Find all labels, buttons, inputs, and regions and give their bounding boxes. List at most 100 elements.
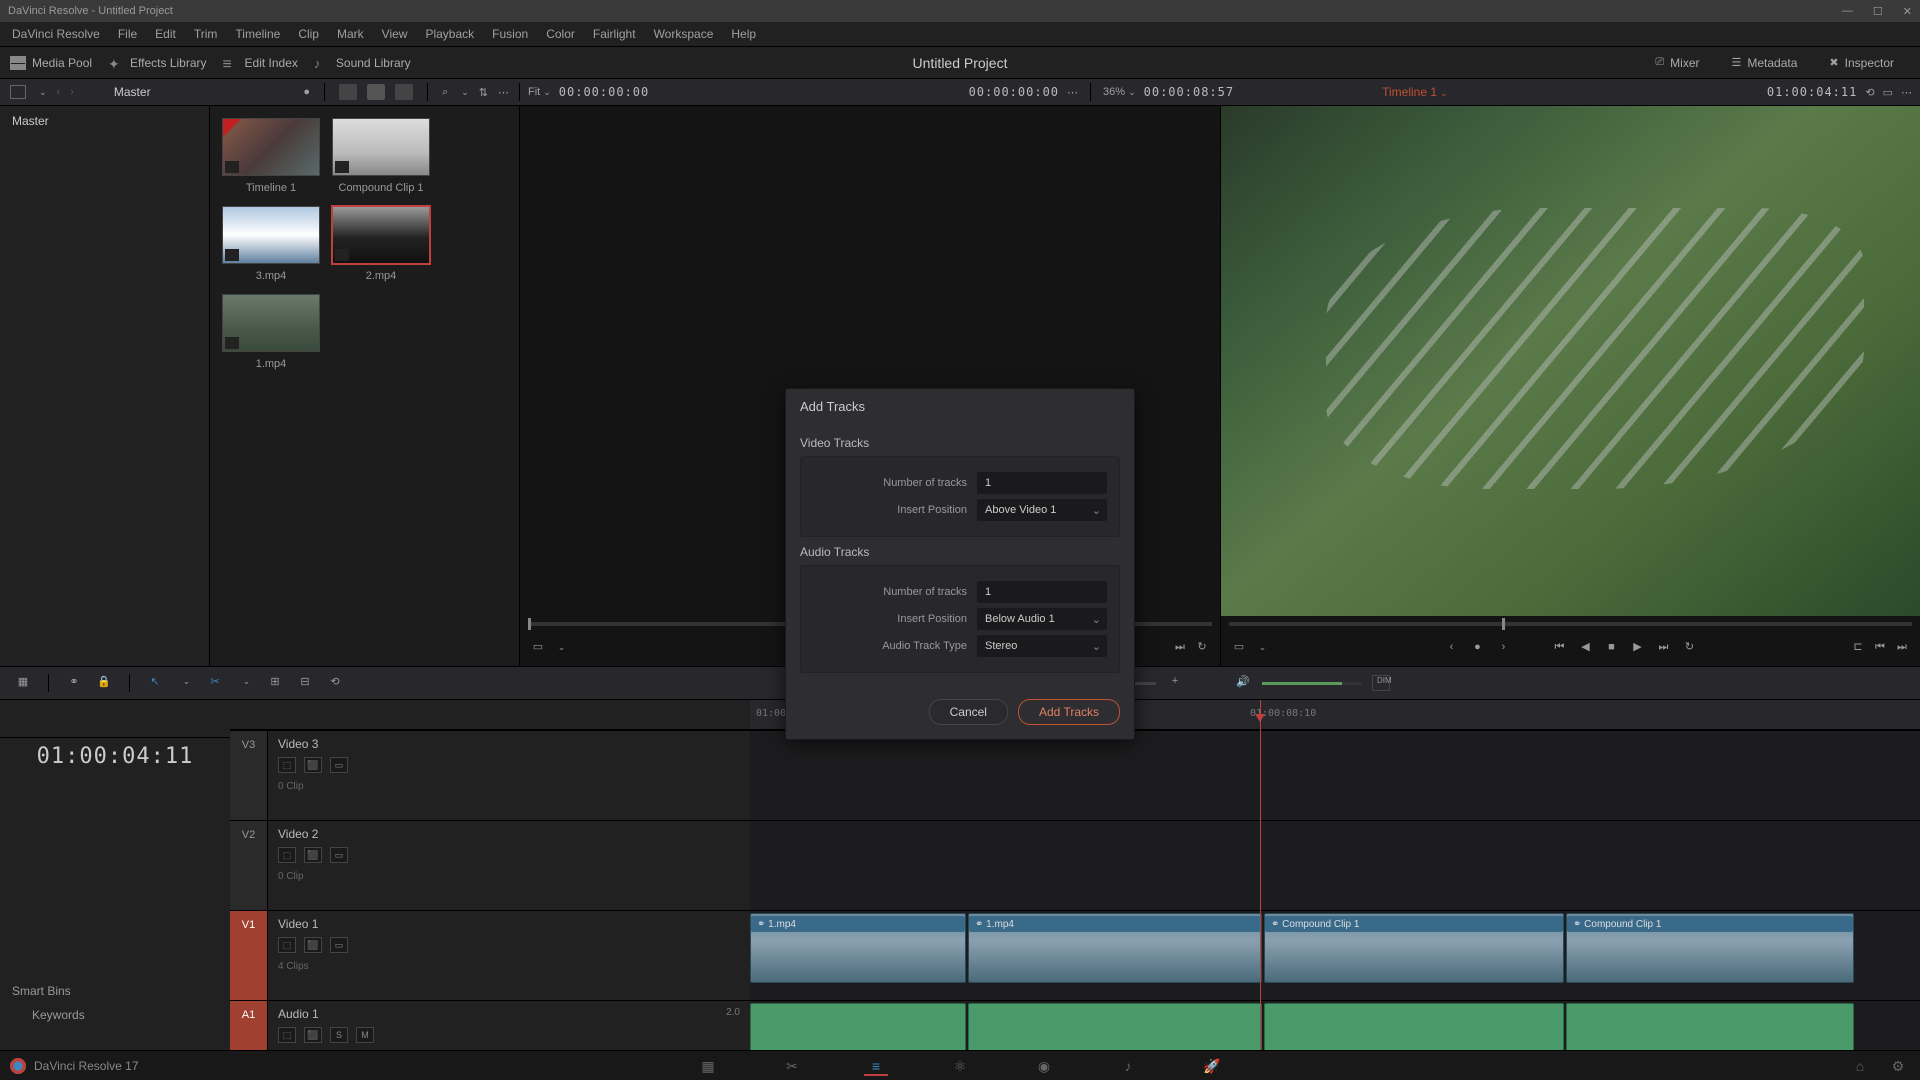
viewer-mode-dropdown[interactable] (552, 639, 568, 655)
video-clip[interactable]: ⚭ Compound Clip 1 (1566, 913, 1854, 983)
media-item[interactable]: Timeline 1 (222, 118, 320, 194)
viewer-mode-icon[interactable]: ▭ (530, 639, 546, 655)
audio-insert-position-select[interactable]: Below Audio 1 (977, 608, 1107, 630)
goto-in-icon[interactable]: ⏮ (1872, 639, 1888, 655)
edit-page-icon[interactable]: ≡ (864, 1056, 888, 1076)
goto-out-icon[interactable]: ⏭ (1894, 639, 1910, 655)
track-header-v3[interactable]: V3 Video 3 ⬚⬛▭ 0 Clip (230, 730, 750, 820)
sound-library-button[interactable]: Sound Library (314, 56, 411, 70)
sort-icon[interactable]: ⇅ (479, 86, 488, 99)
loop-icon[interactable]: ↻ (1682, 639, 1698, 655)
playhead[interactable] (1260, 700, 1261, 1050)
grid-view-icon[interactable] (367, 84, 385, 100)
step-fwd-icon[interactable]: ⏭ (1656, 639, 1672, 655)
prev-edit-icon[interactable]: ‹ (1444, 639, 1460, 655)
master-bin[interactable]: Master (12, 114, 197, 128)
selection-dropdown[interactable] (176, 675, 194, 691)
track-lane-a1[interactable]: ⚭ 1.mp4⚭ 1.mp4⚭ Compound Clip 1⚭ Compoun… (750, 1000, 1920, 1050)
dim-button[interactable]: DIM (1372, 675, 1390, 691)
cancel-button[interactable]: Cancel (929, 699, 1008, 725)
track-lock-icon[interactable]: ⬚ (278, 937, 296, 953)
breadcrumb-master[interactable]: Master (114, 85, 151, 99)
stop-icon[interactable]: ■ (1604, 639, 1620, 655)
video-clip[interactable]: ⚭ Compound Clip 1 (1264, 913, 1564, 983)
edit-index-button[interactable]: Edit Index (223, 56, 298, 70)
blade-tool-icon[interactable]: ✂ (206, 675, 224, 691)
menu-item[interactable]: Clip (290, 24, 327, 44)
search-icon[interactable]: ⌕ (442, 86, 448, 99)
transform-icon[interactable]: ▭ (1231, 639, 1247, 655)
track-solo-icon[interactable]: S (330, 1027, 348, 1043)
menu-item[interactable]: Edit (147, 24, 184, 44)
video-num-tracks-input[interactable] (977, 472, 1107, 494)
inspector-button[interactable]: ✖ Inspector (1829, 56, 1894, 70)
media-item[interactable]: 1.mp4 (222, 294, 320, 370)
audio-track-type-select[interactable]: Stereo (977, 635, 1107, 657)
audio-num-tracks-input[interactable] (977, 581, 1107, 603)
volume-icon[interactable]: 🔊 (1234, 675, 1252, 691)
menu-item[interactable]: Timeline (227, 24, 288, 44)
media-thumbnail[interactable] (222, 206, 320, 264)
close-icon[interactable]: ✕ (1903, 5, 1912, 18)
track-auto-icon[interactable]: ⬛ (304, 1027, 322, 1043)
list-view-icon[interactable] (339, 84, 357, 100)
menu-item[interactable]: Playback (417, 24, 482, 44)
next-edit-icon[interactable]: › (1496, 639, 1512, 655)
replace-icon[interactable]: ⟲ (326, 675, 344, 691)
media-item[interactable]: 3.mp4 (222, 206, 320, 282)
track-header-v2[interactable]: V2 Video 2 ⬚⬛▭ 0 Clip (230, 820, 750, 910)
strip-view-icon[interactable] (395, 84, 413, 100)
settings-icon[interactable]: ⚙ (1886, 1056, 1910, 1076)
last-frame-icon[interactable]: ⏭ (1172, 639, 1188, 655)
media-thumbnail[interactable] (222, 118, 320, 176)
source-more-icon[interactable]: ⋯ (1067, 86, 1078, 99)
menu-item[interactable]: Mark (329, 24, 372, 44)
search-dropdown[interactable] (458, 86, 469, 98)
menu-item[interactable]: Workspace (646, 24, 722, 44)
lock-icon[interactable]: 🔒 (95, 675, 113, 691)
track-disable-icon[interactable]: ▭ (330, 847, 348, 863)
media-page-icon[interactable]: ▦ (696, 1056, 720, 1076)
minimize-icon[interactable]: — (1842, 5, 1853, 18)
bypass-icon[interactable]: ⟲ (1865, 86, 1874, 99)
track-disable-icon[interactable]: ▭ (330, 757, 348, 773)
track-lock-icon[interactable]: ⬚ (278, 1027, 296, 1043)
metadata-button[interactable]: ☰ Metadata (1732, 56, 1798, 70)
timeline-view-icon[interactable]: ▦ (14, 675, 32, 691)
zoom-in-icon[interactable]: + (1166, 675, 1184, 691)
home-icon[interactable]: ⌂ (1848, 1056, 1872, 1076)
menu-item[interactable]: Fairlight (585, 24, 644, 44)
track-header-v1[interactable]: V1 Video 1 ⬚⬛▭ 4 Clips (230, 910, 750, 1000)
volume-slider[interactable] (1262, 682, 1362, 685)
menu-item[interactable]: File (110, 24, 145, 44)
fusion-page-icon[interactable]: ⚛ (948, 1056, 972, 1076)
transform-dropdown[interactable] (1253, 639, 1269, 655)
media-item[interactable]: Compound Clip 1 (332, 118, 430, 194)
mark-in-icon[interactable]: ⊏ (1850, 639, 1866, 655)
cut-page-icon[interactable]: ✂ (780, 1056, 804, 1076)
menu-item[interactable]: Fusion (484, 24, 536, 44)
track-lane-v2[interactable] (750, 820, 1920, 910)
effects-library-button[interactable]: Effects Library (108, 56, 206, 70)
audio-clip[interactable]: ⚭ 1.mp4 (968, 1003, 1262, 1050)
single-viewer-icon[interactable]: ▭ (1883, 86, 1893, 99)
track-id[interactable]: V2 (230, 821, 268, 910)
deliver-page-icon[interactable]: 🚀 (1200, 1056, 1224, 1076)
overwrite-icon[interactable]: ⊟ (296, 675, 314, 691)
marker-dot-icon[interactable]: ● (1470, 639, 1486, 655)
track-lock-icon[interactable]: ⬚ (278, 847, 296, 863)
bin-dropdown[interactable] (36, 86, 47, 98)
menu-item[interactable]: Help (723, 24, 764, 44)
zoom-dropdown[interactable]: 36% (1103, 86, 1136, 98)
smart-bins-header[interactable]: Smart Bins (12, 984, 198, 998)
smart-bins-keywords[interactable]: Keywords (12, 1008, 198, 1022)
media-thumbnail[interactable] (332, 206, 430, 264)
add-tracks-button[interactable]: Add Tracks (1018, 699, 1120, 725)
timeline-dropdown[interactable]: Timeline 1 (1382, 85, 1447, 99)
audio-clip[interactable]: ⚭ Compound Clip 1 (1566, 1003, 1854, 1050)
menu-item[interactable]: View (374, 24, 416, 44)
audio-clip[interactable]: ⚭ Compound Clip 1 (1264, 1003, 1564, 1050)
media-pool-button[interactable]: Media Pool (10, 56, 92, 70)
video-clip[interactable]: ⚭ 1.mp4 (968, 913, 1262, 983)
loop-icon[interactable]: ↻ (1194, 639, 1210, 655)
